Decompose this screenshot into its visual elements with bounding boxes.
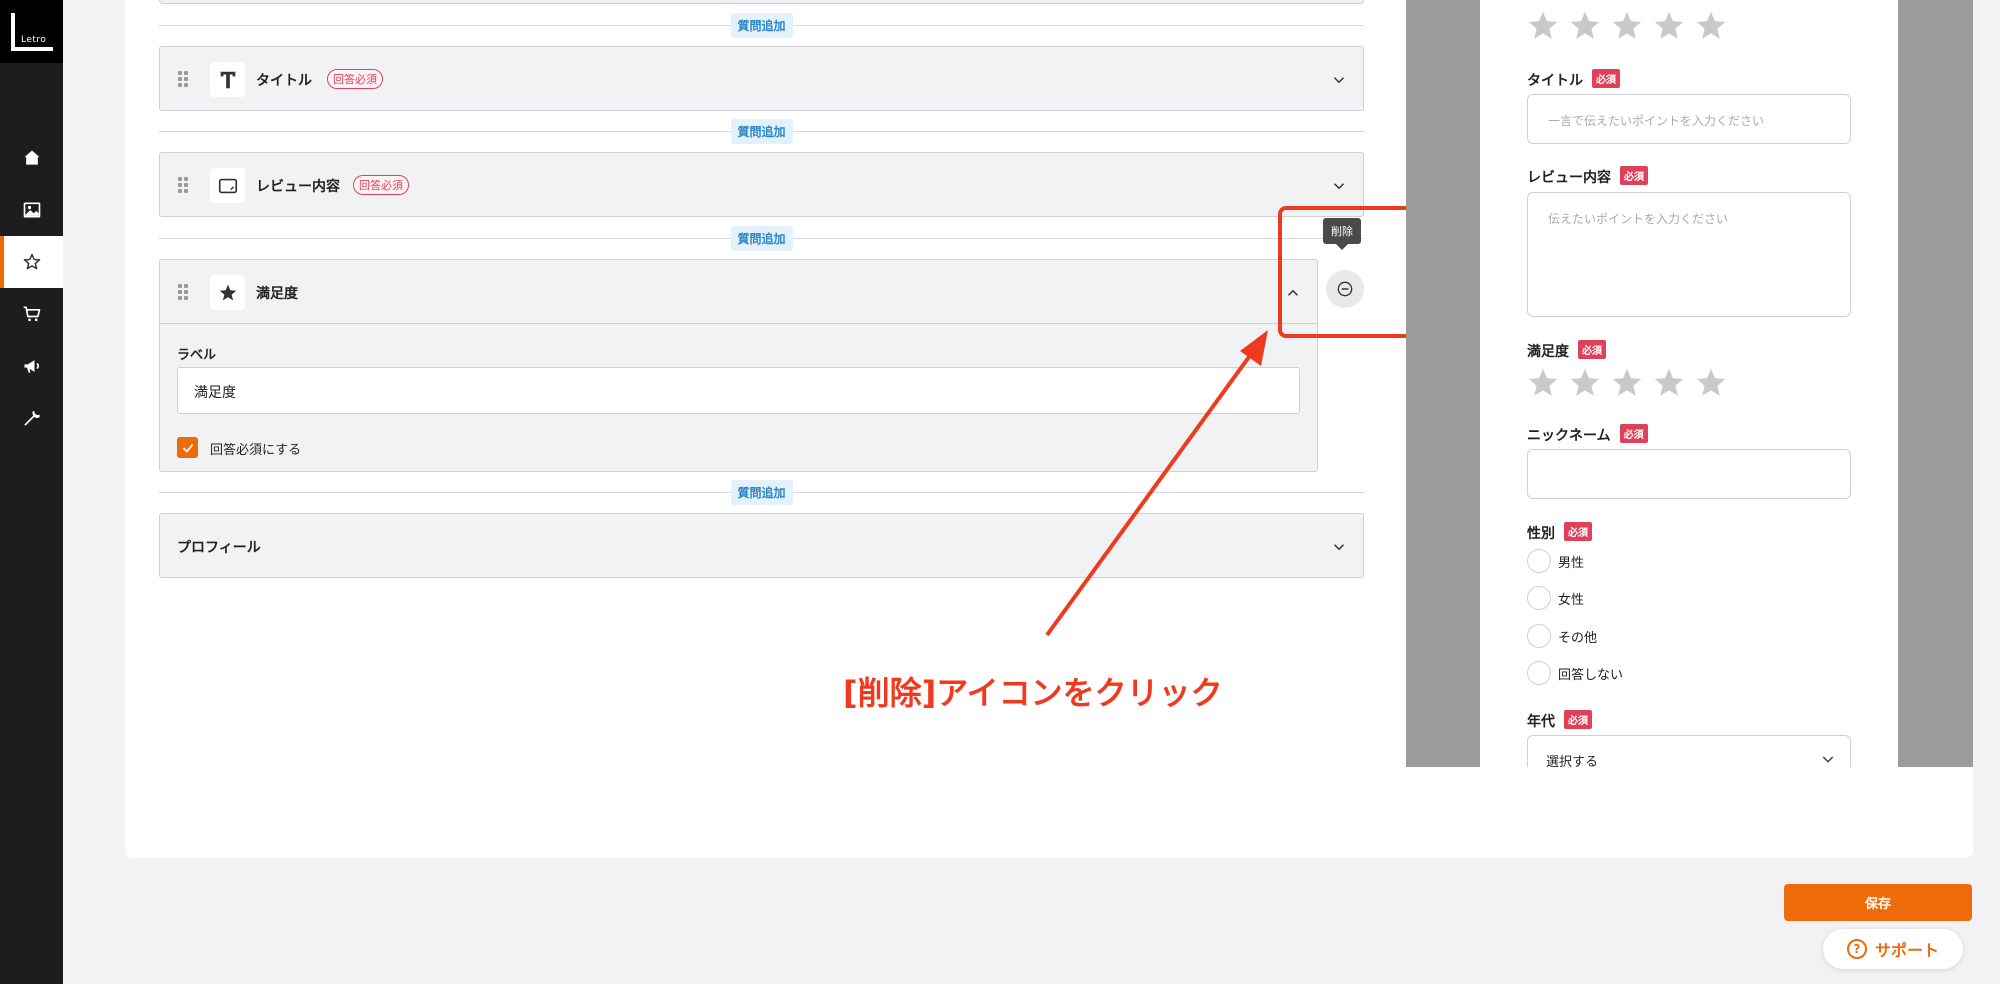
question-block-review-content[interactable]: レビュー内容 回答必須: [159, 152, 1364, 217]
gender-option[interactable]: 回答しない: [1527, 661, 1623, 685]
save-button[interactable]: 保存: [1784, 884, 1972, 921]
preview-satisfaction-label: 満足度 必須: [1527, 340, 1606, 361]
radio-button[interactable]: [1527, 586, 1551, 610]
required-badge: 回答必須: [327, 69, 383, 89]
preview-nickname-input[interactable]: [1527, 449, 1851, 499]
preview-content-textarea[interactable]: 伝えたいポイントを入力ください: [1527, 192, 1851, 317]
add-question-divider: 質問追加: [159, 480, 1364, 505]
gender-option[interactable]: 女性: [1527, 586, 1584, 610]
required-checkbox[interactable]: [177, 437, 198, 458]
sidebar: Letro: [0, 0, 63, 984]
radio-button[interactable]: [1527, 661, 1551, 685]
question-block-satisfaction: 満足度 ラベル 満足度 回答必須にする: [159, 259, 1318, 472]
star-icon: [210, 275, 245, 310]
star-icon: [23, 253, 40, 270]
age-select[interactable]: 選択する: [1527, 735, 1851, 767]
question-header[interactable]: 満足度: [160, 260, 1317, 324]
radio-button[interactable]: [1527, 624, 1551, 648]
wrench-icon: [24, 410, 40, 426]
check-icon: [182, 443, 193, 453]
preview-age-label: 年代 必須: [1527, 710, 1592, 731]
star-icon[interactable]: [1652, 9, 1686, 43]
question-block-title[interactable]: タイトル 回答必須: [159, 46, 1364, 111]
label-input[interactable]: 満足度: [177, 367, 1300, 414]
annotation-highlight-box: [1278, 206, 1419, 338]
preview-title-input[interactable]: 一言で伝えたいポイントを入力ください: [1527, 94, 1851, 144]
star-icon[interactable]: [1652, 366, 1686, 400]
sidebar-item-settings[interactable]: [0, 392, 63, 444]
star-rating[interactable]: [1526, 366, 1728, 400]
star-icon[interactable]: [1694, 9, 1728, 43]
preview-gender-label: 性別 必須: [1527, 522, 1592, 543]
star-rating[interactable]: [1526, 9, 1728, 43]
required-badge: 必須: [1619, 424, 1648, 443]
drag-handle-icon[interactable]: [178, 177, 188, 193]
previous-question-block: [159, 0, 1364, 4]
required-badge: 必須: [1578, 340, 1606, 359]
required-badge: 必須: [1592, 69, 1620, 88]
question-label: プロフィール: [177, 540, 261, 556]
gender-option[interactable]: その他: [1527, 624, 1597, 648]
image-icon: [23, 202, 40, 218]
add-question-divider: 質問追加: [159, 119, 1364, 144]
add-question-divider: 質問追加: [159, 13, 1364, 38]
sidebar-item-reviews[interactable]: [0, 236, 63, 288]
preview-content-label: レビュー内容 必須: [1527, 166, 1648, 187]
logo-mark: Letro: [11, 13, 53, 51]
question-block-profile[interactable]: プロフィール: [159, 513, 1364, 578]
chevron-down-icon[interactable]: [1330, 538, 1348, 556]
required-badge: 必須: [1564, 710, 1592, 729]
label-field-label: ラベル: [177, 348, 217, 363]
gender-option[interactable]: 男性: [1527, 549, 1584, 573]
drag-handle-icon[interactable]: [178, 284, 188, 300]
sidebar-item-campaign[interactable]: [0, 340, 63, 392]
add-question-button[interactable]: 質問追加: [730, 119, 793, 144]
required-checkbox-label: 回答必須にする: [210, 443, 302, 458]
star-icon[interactable]: [1694, 366, 1728, 400]
star-icon[interactable]: [1526, 366, 1560, 400]
textarea-icon: [210, 168, 245, 203]
megaphone-icon: [24, 360, 39, 373]
add-question-button[interactable]: 質問追加: [730, 226, 793, 251]
question-label: レビュー内容: [256, 179, 340, 195]
chevron-down-icon[interactable]: [1330, 177, 1348, 195]
sidebar-item-images[interactable]: [0, 184, 63, 236]
chevron-down-icon: [1822, 756, 1834, 763]
star-icon[interactable]: [1526, 9, 1560, 43]
text-icon: [210, 62, 245, 97]
letro-logo[interactable]: Letro: [0, 0, 63, 63]
support-button[interactable]: ? サポート: [1823, 929, 1963, 969]
support-label: サポート: [1874, 941, 1939, 960]
required-badge: 回答必須: [353, 175, 409, 195]
star-icon[interactable]: [1610, 9, 1644, 43]
add-question-button[interactable]: 質問追加: [730, 480, 793, 505]
help-icon: ?: [1846, 939, 1867, 959]
star-icon[interactable]: [1610, 366, 1644, 400]
logo-text: Letro: [21, 35, 47, 45]
add-question-divider: 質問追加: [159, 226, 1364, 251]
annotation-text: [削除]アイコンをクリック: [843, 674, 1223, 712]
star-icon[interactable]: [1568, 366, 1602, 400]
cart-icon: [23, 306, 40, 322]
preview-title-label: タイトル 必須: [1527, 69, 1620, 90]
sidebar-item-cart[interactable]: [0, 288, 63, 340]
chevron-down-icon[interactable]: [1330, 71, 1348, 89]
star-icon[interactable]: [1568, 9, 1602, 43]
required-badge: 必須: [1564, 522, 1592, 541]
sidebar-item-home[interactable]: [0, 132, 63, 184]
drag-handle-icon[interactable]: [178, 71, 188, 87]
question-label: タイトル: [256, 73, 312, 89]
preview-page: タイトル 必須 一言で伝えたいポイントを入力ください レビュー内容 必須 伝えたいポ…: [1480, 0, 1898, 767]
required-badge: 必須: [1620, 166, 1648, 185]
question-label: 満足度: [256, 286, 298, 302]
home-icon: [24, 150, 39, 165]
preview-nickname-label: ニックネーム 必須: [1527, 424, 1648, 445]
radio-button[interactable]: [1527, 549, 1551, 573]
add-question-button[interactable]: 質問追加: [730, 13, 793, 38]
